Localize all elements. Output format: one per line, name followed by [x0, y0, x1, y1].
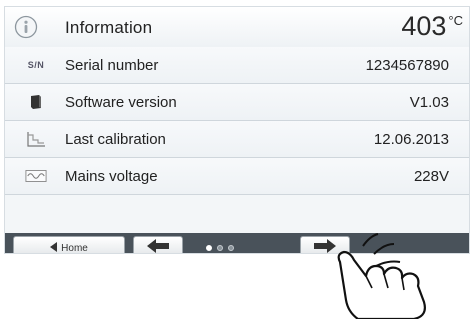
home-button-label: Home: [61, 242, 88, 254]
info-row-value: 228V: [413, 168, 449, 185]
pointing-hand-icon: [337, 233, 426, 319]
header-bar: Information 403 °C: [5, 7, 469, 48]
info-row-label: Mains voltage: [65, 168, 158, 185]
page-dot-active: [206, 245, 212, 251]
arrow-left-icon: [147, 238, 169, 254]
info-icon: [14, 15, 38, 39]
voltage-wave-icon: [25, 168, 47, 184]
chip-icon: [25, 94, 47, 110]
temperature-unit: °C: [448, 13, 463, 28]
info-list: S/N Serial number 1234567890 Software ve…: [5, 47, 469, 195]
page-dot: [217, 245, 223, 251]
info-row-last-calibration: Last calibration 12.06.2013: [5, 121, 469, 158]
info-row-mains-voltage: Mains voltage 228V: [5, 158, 469, 195]
info-row-label: Software version: [65, 94, 177, 111]
temperature-value: 403: [401, 11, 447, 41]
info-row-software-version: Software version V1.03: [5, 84, 469, 121]
info-row-label: Serial number: [65, 57, 159, 74]
home-arrow-icon: [50, 239, 58, 253]
temperature-display: 403 °C: [401, 11, 463, 42]
sn-icon: S/N: [27, 60, 45, 70]
page-dot: [228, 245, 234, 251]
info-row-value: V1.03: [409, 94, 449, 111]
info-row-label: Last calibration: [65, 131, 166, 148]
back-button[interactable]: [133, 236, 183, 254]
info-row-value: 12.06.2013: [373, 131, 449, 148]
page-indicator: [206, 245, 234, 251]
calibration-curve-icon: [25, 131, 47, 147]
info-row-serial-number: S/N Serial number 1234567890: [5, 47, 469, 84]
touch-screen: Information 403 °C S/N Serial number 1234…: [4, 6, 470, 254]
page-title: Information: [65, 18, 153, 37]
info-row-value: 1234567890: [365, 57, 449, 74]
home-button[interactable]: Home: [13, 236, 125, 254]
